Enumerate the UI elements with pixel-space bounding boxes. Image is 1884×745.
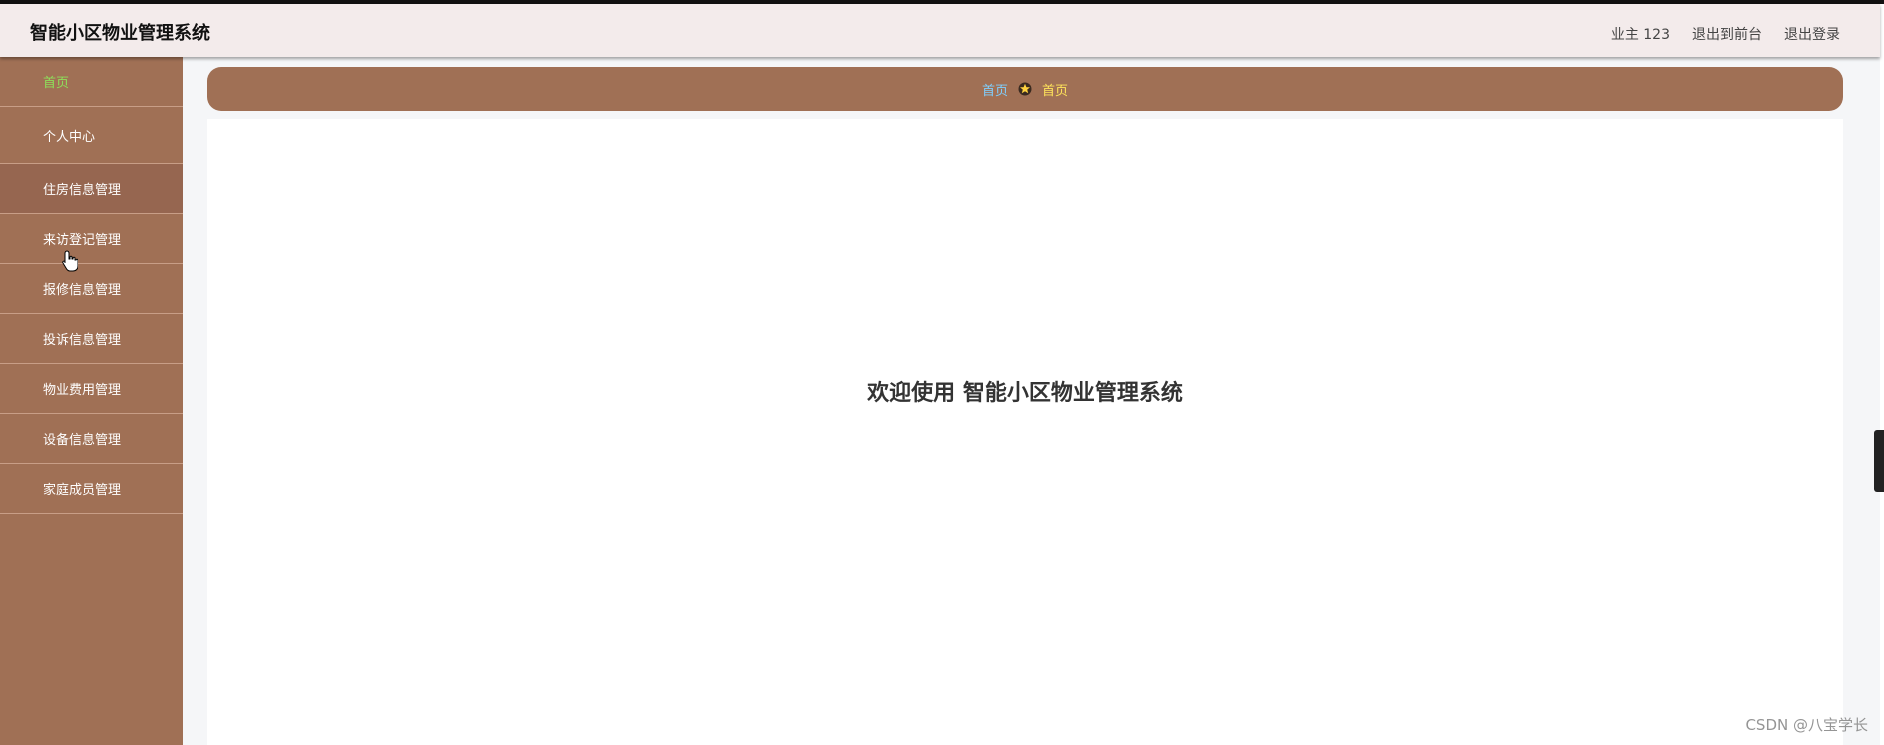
breadcrumb-current: 首页 [1042, 83, 1069, 99]
welcome-message: 欢迎使用 智能小区物业管理系统 [867, 381, 1183, 406]
sidebar-item-label: 住房信息管理 [43, 183, 122, 198]
star-icon [1018, 82, 1032, 96]
content-panel: 欢迎使用 智能小区物业管理系统 [207, 119, 1843, 745]
hand-pointer-icon [62, 250, 78, 272]
sidebar-item-equipment[interactable]: 设备信息管理 [0, 414, 183, 464]
app-title: 智能小区物业管理系统 [30, 23, 210, 44]
sidebar-item-label: 个人中心 [43, 129, 96, 145]
sidebar-item-label: 来访登记管理 [43, 233, 122, 248]
sidebar-item-visitor[interactable]: 来访登记管理 [0, 214, 183, 264]
sidebar: 首页 个人中心 住房信息管理 来访登记管理 报修信息管理 投诉信息管理 物业费用… [0, 57, 183, 745]
breadcrumb-home-link[interactable]: 首页 [982, 80, 1008, 99]
logout-link[interactable]: 退出登录 [1784, 24, 1840, 44]
sidebar-item-fees[interactable]: 物业费用管理 [0, 364, 183, 414]
watermark: CSDN @八宝学长 [1745, 716, 1868, 734]
user-label: 业主 123 [1610, 27, 1670, 43]
breadcrumb: 首页 首页 [207, 67, 1843, 111]
sidebar-item-housing[interactable]: 住房信息管理 [0, 164, 183, 214]
sidebar-item-home[interactable]: 首页 [0, 57, 183, 107]
main-area: 首页 首页 欢迎使用 智能小区物业管理系统 [183, 57, 1880, 745]
header-actions: 业主 123 退出到前台 退出登录 [1611, 24, 1840, 44]
sidebar-item-repair[interactable]: 报修信息管理 [0, 264, 183, 314]
sidebar-item-label: 首页 [43, 76, 70, 91]
sidebar-item-label: 设备信息管理 [43, 433, 122, 448]
sidebar-item-label: 报修信息管理 [43, 283, 122, 298]
sidebar-item-label: 家庭成员管理 [43, 483, 122, 498]
sidebar-item-family[interactable]: 家庭成员管理 [0, 464, 183, 514]
sidebar-item-personal-center[interactable]: 个人中心 [0, 107, 183, 164]
side-panel-handle[interactable] [1874, 430, 1884, 492]
sidebar-item-label: 投诉信息管理 [43, 333, 122, 348]
top-header: 智能小区物业管理系统 业主 123 退出到前台 退出登录 [0, 4, 1880, 57]
front-page-link[interactable]: 退出到前台 [1692, 24, 1762, 44]
sidebar-item-complaint[interactable]: 投诉信息管理 [0, 314, 183, 364]
sidebar-item-label: 物业费用管理 [43, 383, 122, 398]
